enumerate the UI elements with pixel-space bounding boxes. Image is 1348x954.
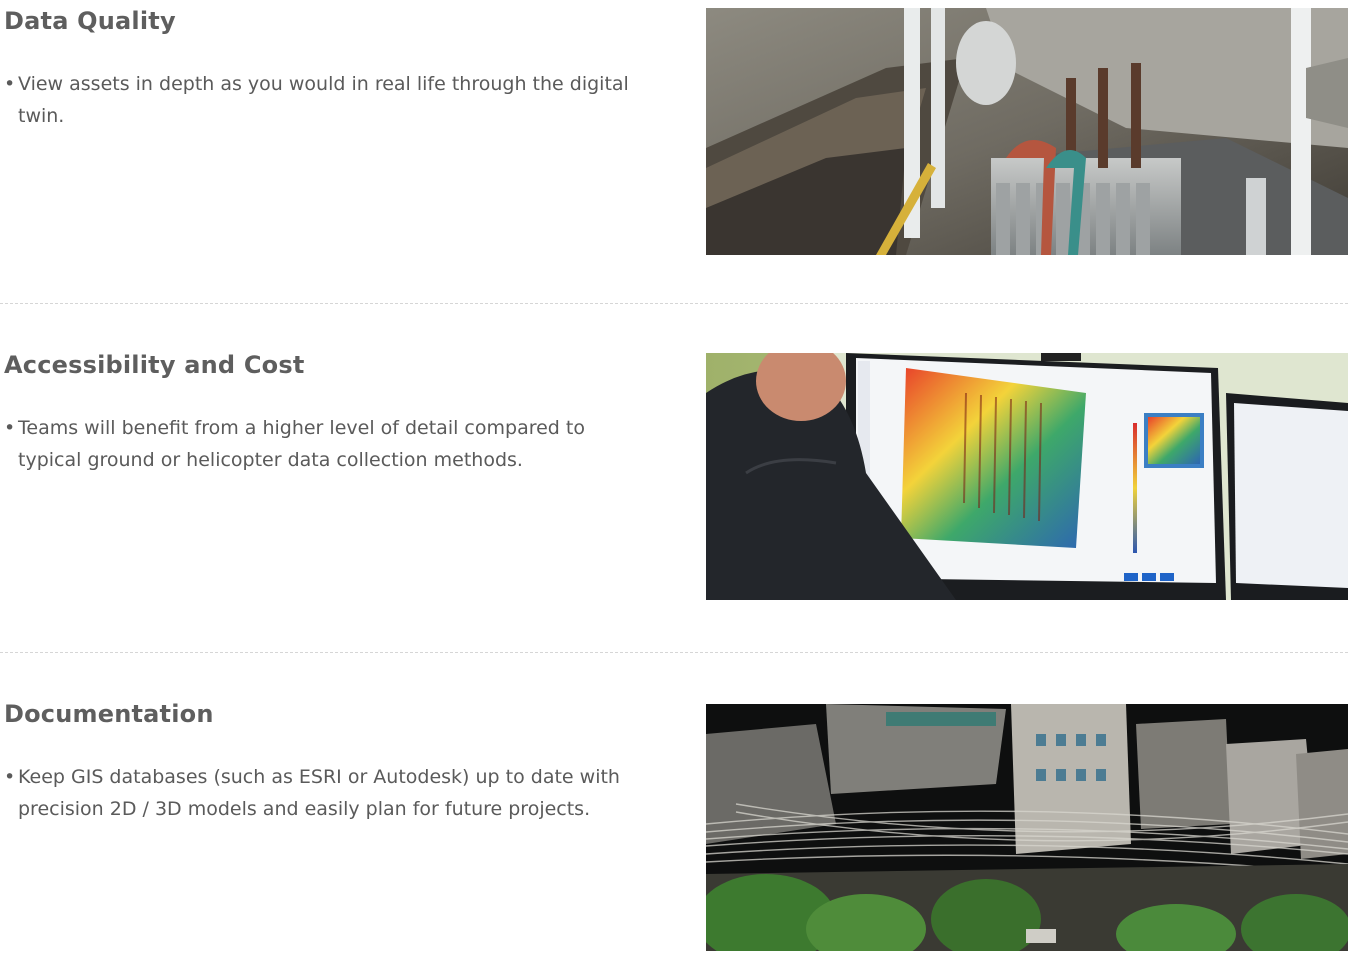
- feature-section-documentation: Documentation • Keep GIS databases (such…: [0, 652, 1348, 954]
- feature-section-accessibility-cost: Accessibility and Cost • Teams will bene…: [0, 303, 1348, 652]
- feature-section-data-quality: Data Quality • View assets in depth as y…: [0, 0, 1348, 303]
- point-cloud-city-image: [706, 704, 1348, 951]
- bullet-text: Keep GIS databases (such as ESRI or Auto…: [18, 766, 620, 820]
- section-title: Accessibility and Cost: [4, 351, 305, 379]
- bullet-dot: •: [4, 73, 16, 95]
- thermal-model-monitor-image: [706, 353, 1348, 600]
- bullet-item: • Teams will benefit from a higher level…: [4, 412, 654, 476]
- bullet-text: View assets in depth as you would in rea…: [18, 73, 629, 127]
- bullet-text: Teams will benefit from a higher level o…: [18, 417, 585, 471]
- bullet-item: • View assets in depth as you would in r…: [4, 68, 654, 132]
- bullet-dot: •: [4, 417, 16, 439]
- bullet-dot: •: [4, 766, 16, 788]
- bullet-item: • Keep GIS databases (such as ESRI or Au…: [4, 761, 654, 825]
- section-title: Documentation: [4, 700, 214, 728]
- section-title: Data Quality: [4, 7, 176, 35]
- substation-transformer-image: [706, 8, 1348, 255]
